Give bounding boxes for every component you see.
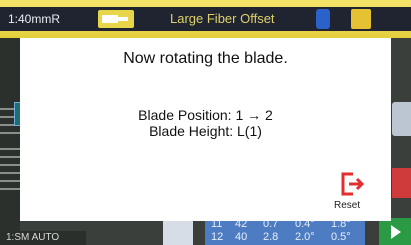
blade-position-text: Blade Position: 1 → 2 [138, 107, 273, 123]
status-bar: 1:40mmR Large Fiber Offset [0, 7, 411, 31]
mode-label: Large Fiber Offset [170, 11, 275, 26]
plug-icon [98, 10, 134, 28]
time-label: 1:40mmR [8, 12, 61, 26]
auto-mode-label: 1:SM AUTO [0, 231, 86, 245]
reset-label: Reset [334, 200, 361, 211]
home-button[interactable] [163, 220, 193, 245]
blade-height-text: Blade Height: L(1) [149, 123, 262, 139]
table-cell: 40 [235, 231, 248, 243]
exit-icon [341, 172, 365, 196]
side-button-top[interactable] [392, 102, 411, 136]
table-cell: 0.5° [331, 231, 351, 243]
side-button-red[interactable] [392, 168, 411, 198]
table-cell: 12 [211, 231, 224, 243]
sun-icon[interactable] [351, 9, 371, 29]
reset-button[interactable]: Reset [332, 172, 372, 212]
play-button[interactable] [379, 218, 411, 245]
blade-rotation-dialog: Now rotating the blade. Blade Position: … [20, 38, 391, 221]
dialog-title: Now rotating the blade. [123, 50, 288, 67]
fiber-view [0, 38, 20, 245]
table-cell: 2.0° [295, 231, 315, 243]
data-table: 11 42 0.7 0.4° 1.8° 12 40 2.8 2.0° 0.5° [205, 218, 365, 245]
table-cell: 2.8 [263, 231, 279, 243]
bluetooth-icon[interactable] [316, 9, 330, 29]
